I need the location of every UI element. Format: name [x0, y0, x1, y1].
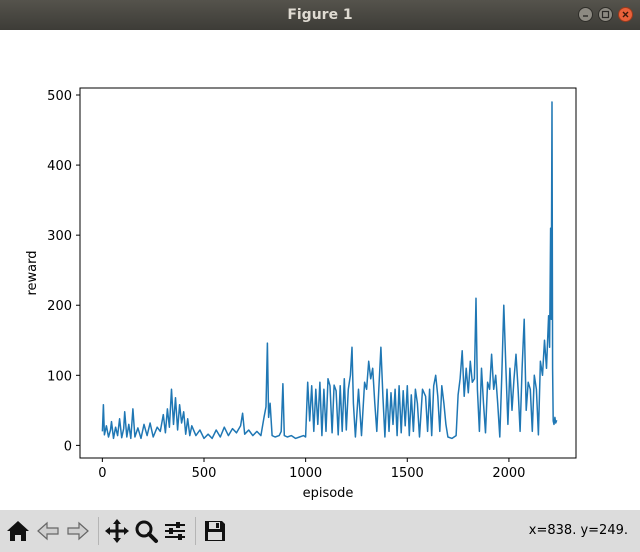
back-button[interactable]	[34, 517, 62, 545]
maximize-icon	[601, 10, 610, 19]
arrow-left-icon	[37, 521, 59, 541]
window-title: Figure 1	[287, 7, 353, 23]
x-axis: 0 500 1000 1500 2000	[98, 458, 525, 481]
forward-button[interactable]	[64, 517, 92, 545]
configure-subplots-button[interactable]	[161, 517, 189, 545]
y-axis-label: reward	[25, 250, 40, 295]
home-button[interactable]	[4, 517, 32, 545]
navigation-toolbar: x=838. y=249.	[0, 510, 640, 552]
x-tick-label: 1000	[289, 466, 322, 481]
y-tick-label: 0	[64, 439, 72, 454]
close-icon	[622, 11, 629, 18]
y-axis: 0 100 200 300 400 500	[47, 89, 80, 454]
save-button[interactable]	[201, 517, 229, 545]
magnifier-icon	[135, 520, 158, 543]
move-icon	[105, 519, 129, 543]
minimize-icon	[583, 15, 588, 17]
x-tick-label: 2000	[492, 466, 525, 481]
y-tick-label: 500	[47, 89, 72, 104]
floppy-disk-icon	[205, 521, 225, 541]
y-tick-label: 100	[47, 369, 72, 384]
cursor-coordinates: x=838. y=249.	[528, 523, 628, 538]
y-tick-label: 400	[47, 159, 72, 174]
arrow-right-icon	[67, 521, 89, 541]
figure-canvas[interactable]: 0 500 1000 1500 2000 0 100 200 300 400 500 episod…	[0, 30, 640, 510]
x-tick-label: 500	[192, 466, 217, 481]
y-tick-label: 300	[47, 229, 72, 244]
x-tick-label: 1500	[391, 466, 424, 481]
minimize-button[interactable]	[578, 7, 593, 22]
maximize-button[interactable]	[598, 7, 613, 22]
toolbar-separator	[195, 517, 196, 545]
pan-button[interactable]	[103, 517, 131, 545]
toolbar-separator	[98, 517, 99, 545]
x-tick-label: 0	[98, 466, 106, 481]
window-titlebar[interactable]: Figure 1	[0, 0, 640, 30]
close-button[interactable]	[618, 7, 633, 22]
sliders-icon	[165, 522, 185, 540]
home-icon	[7, 521, 29, 541]
x-axis-label: episode	[303, 486, 354, 501]
line-chart[interactable]: 0 500 1000 1500 2000 0 100 200 300 400 500 episod…	[0, 30, 640, 510]
y-tick-label: 200	[47, 299, 72, 314]
zoom-button[interactable]	[132, 517, 160, 545]
